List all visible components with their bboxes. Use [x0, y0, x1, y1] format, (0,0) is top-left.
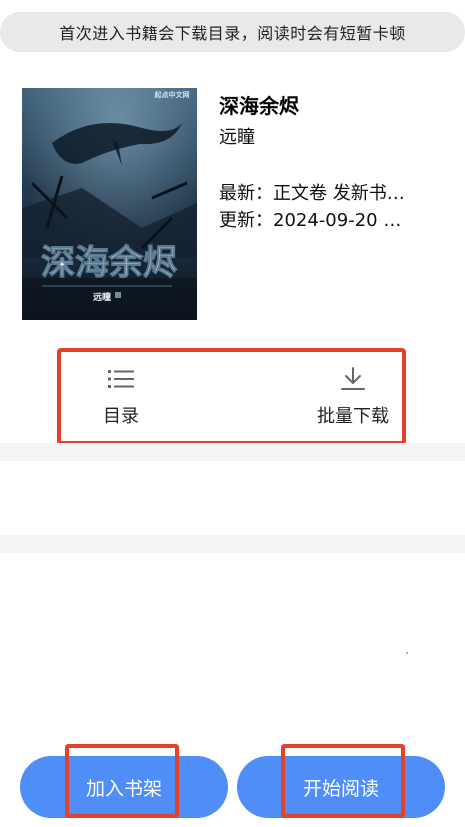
cover-publisher: 起点中文网	[154, 90, 190, 99]
start-reading-button[interactable]: 开始阅读	[237, 756, 445, 818]
batch-download-button[interactable]: 批量下载	[297, 352, 409, 441]
section-divider	[0, 535, 465, 553]
book-cover-art: 深海余烬 起点中文网 远瞳	[22, 88, 197, 320]
book-meta: 最新：正文卷 发新书… 更新：2024-09-20 …	[219, 180, 449, 234]
list-icon	[108, 369, 134, 388]
add-to-shelf-label: 加入书架	[85, 777, 162, 800]
notice-banner: 首次进入书籍会下载目录，阅读时会有短暂卡顿	[0, 12, 465, 52]
action-highlight-box: 目录 批量下载	[57, 348, 406, 445]
notice-text: 首次进入书籍会下载目录，阅读时会有短暂卡顿	[59, 24, 406, 43]
latest-chapter[interactable]: 最新：正文卷 发新书…	[219, 180, 437, 207]
cover-title-art: 深海余烬	[41, 243, 177, 283]
download-icon	[341, 366, 365, 390]
add-to-shelf-button[interactable]: 加入书架	[20, 756, 228, 818]
cover-author-stamp: 远瞳	[93, 291, 111, 303]
stray-dot	[406, 652, 408, 654]
toc-label: 目录	[103, 405, 139, 427]
book-title: 深海余烬	[219, 94, 299, 118]
book-author[interactable]: 远瞳	[219, 124, 449, 152]
batch-download-label: 批量下载	[317, 405, 389, 427]
start-reading-label: 开始阅读	[302, 777, 379, 800]
book-info: 深海余烬 远瞳	[219, 92, 449, 152]
update-time: 更新：2024-09-20 …	[219, 210, 402, 231]
toc-button[interactable]: 目录	[79, 352, 163, 441]
section-divider	[0, 443, 465, 461]
book-cover[interactable]: 深海余烬 起点中文网 远瞳	[22, 88, 197, 320]
